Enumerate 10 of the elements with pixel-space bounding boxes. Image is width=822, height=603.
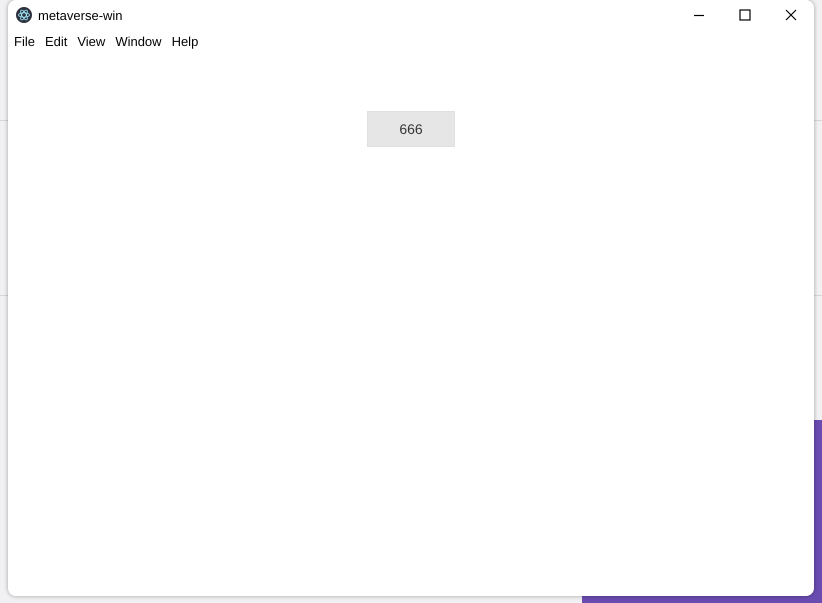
app-logo-icon (16, 7, 32, 23)
menu-item[interactable]: File (10, 34, 39, 48)
close-icon (785, 9, 797, 21)
menu-item[interactable]: Window (111, 34, 166, 48)
window-title: metaverse-win (38, 8, 123, 22)
menu-item[interactable]: Help (168, 34, 202, 48)
menu-item[interactable]: View (73, 34, 110, 48)
menu-item[interactable]: Edit (40, 34, 72, 48)
maximize-icon (739, 9, 751, 21)
content-button[interactable]: 666 (367, 111, 455, 147)
